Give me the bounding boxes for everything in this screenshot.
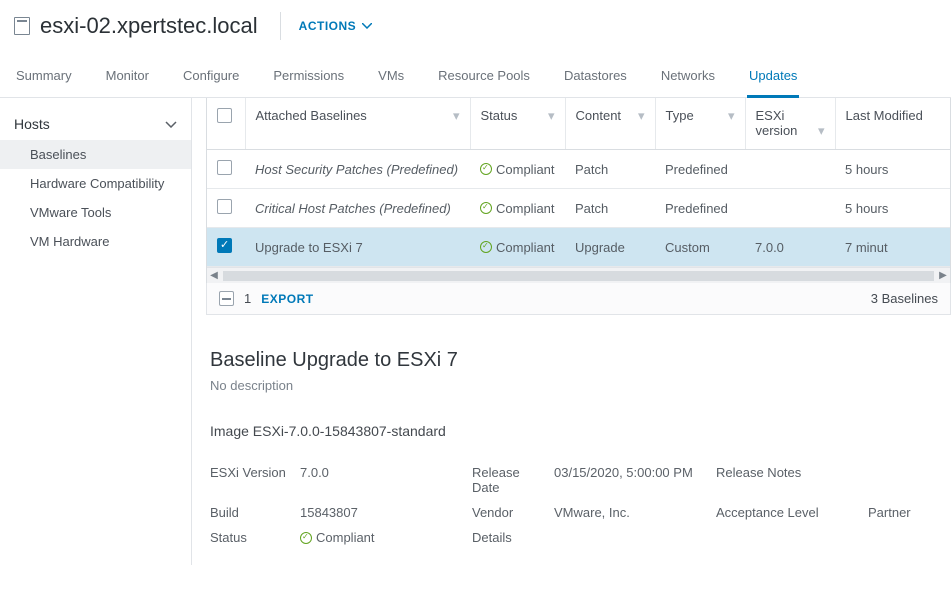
val-acceptance: Partner: [868, 505, 951, 520]
chevron-down-icon: [165, 121, 177, 128]
filter-icon[interactable]: ▾: [638, 108, 645, 124]
lbl-esxi-version: ESXi Version: [210, 465, 288, 495]
val-release-notes: [868, 465, 951, 495]
cell-modified: 5 hours: [835, 189, 950, 228]
val-esxi-version: 7.0.0: [300, 465, 460, 495]
table-row[interactable]: Upgrade to ESXi 7CompliantUpgradeCustom7…: [207, 228, 950, 267]
lbl-vendor: Vendor: [472, 505, 542, 520]
total-baselines: 3 Baselines: [871, 291, 938, 306]
row-checkbox[interactable]: [217, 160, 232, 175]
col-type: Type: [666, 108, 694, 123]
col-modified: Last Modified: [846, 108, 923, 123]
sidebar-heading-row[interactable]: Hosts: [0, 108, 191, 140]
scroll-track[interactable]: [223, 271, 934, 281]
val-release-date: 03/15/2020, 5:00:00 PM: [554, 465, 704, 495]
tab-monitor[interactable]: Monitor: [104, 60, 151, 97]
cell-name: Critical Host Patches (Predefined): [245, 189, 470, 228]
cell-esxi: [745, 189, 835, 228]
sidebar-item-hardware-compatibility[interactable]: Hardware Compatibility: [0, 169, 191, 198]
cell-status: Compliant: [480, 162, 555, 177]
table-row[interactable]: Host Security Patches (Predefined) Compli…: [207, 150, 950, 189]
sidebar-item-vmware-tools[interactable]: VMware Tools: [0, 198, 191, 227]
col-content: Content: [576, 108, 622, 123]
filter-icon[interactable]: ▾: [818, 123, 825, 139]
sidebar-item-baselines[interactable]: Baselines: [0, 140, 191, 169]
tab-configure[interactable]: Configure: [181, 60, 241, 97]
lbl-details: Details: [472, 530, 542, 545]
cell-status: Compliant: [480, 201, 555, 216]
cell-name: Host Security Patches (Predefined): [245, 150, 470, 189]
filter-icon[interactable]: ▾: [548, 108, 555, 124]
actions-label: ACTIONS: [299, 19, 357, 33]
table-row[interactable]: Critical Host Patches (Predefined) Compli…: [207, 189, 950, 228]
tab-permissions[interactable]: Permissions: [271, 60, 346, 97]
check-circle-icon: [480, 202, 492, 214]
sidebar-heading: Hosts: [14, 116, 50, 132]
lbl-acceptance: Acceptance Level: [716, 505, 856, 520]
check-circle-icon: [300, 532, 312, 544]
scroll-right-icon[interactable]: ▶: [936, 270, 950, 281]
tab-updates[interactable]: Updates: [747, 60, 799, 98]
cell-name: Upgrade to ESXi 7: [245, 228, 470, 267]
detail-description: No description: [210, 378, 947, 393]
val-details: [554, 530, 704, 545]
selected-count: 1: [244, 291, 251, 306]
cell-type: Predefined: [655, 150, 745, 189]
cell-modified: 5 hours: [835, 150, 950, 189]
tab-vms[interactable]: VMs: [376, 60, 406, 97]
tab-resource-pools[interactable]: Resource Pools: [436, 60, 532, 97]
cell-type: Custom: [655, 228, 745, 267]
val-vendor: VMware, Inc.: [554, 505, 704, 520]
sidebar-item-vm-hardware[interactable]: VM Hardware: [0, 227, 191, 256]
cell-content: Patch: [565, 150, 655, 189]
cell-content: Patch: [565, 189, 655, 228]
cell-type: Predefined: [655, 189, 745, 228]
baselines-table: Attached Baselines ▾ Status ▾ Content ▾ Typ…: [207, 98, 950, 267]
tab-datastores[interactable]: Datastores: [562, 60, 629, 97]
page-title: esxi-02.xpertstec.local: [40, 13, 258, 39]
chevron-down-icon: [362, 23, 372, 29]
check-circle-icon: [480, 241, 492, 253]
cell-esxi: 7.0.0: [745, 228, 835, 267]
export-button[interactable]: EXPORT: [261, 292, 313, 306]
sidebar: Hosts BaselinesHardware CompatibilityVMw…: [0, 98, 192, 565]
cell-content: Upgrade: [565, 228, 655, 267]
val-status: Compliant: [300, 530, 460, 545]
tab-summary[interactable]: Summary: [14, 60, 74, 97]
lbl-release-notes: Release Notes: [716, 465, 856, 495]
actions-dropdown[interactable]: ACTIONS: [299, 19, 373, 33]
check-circle-icon: [480, 163, 492, 175]
scroll-left-icon[interactable]: ◀: [207, 270, 221, 281]
tab-bar: Summary Monitor Configure Permissions VMs Res…: [0, 50, 951, 98]
image-name: Image ESXi-7.0.0-15843807-standard: [210, 423, 947, 439]
filter-icon[interactable]: ▾: [453, 108, 460, 124]
lbl-release-date: Release Date: [472, 465, 542, 495]
cell-modified: 7 minut: [835, 228, 950, 267]
tab-networks[interactable]: Networks: [659, 60, 717, 97]
divider: [280, 12, 281, 40]
col-status: Status: [481, 108, 518, 123]
lbl-status: Status: [210, 530, 288, 545]
row-checkbox[interactable]: [217, 199, 232, 214]
lbl-build: Build: [210, 505, 288, 520]
val-build: 15843807: [300, 505, 460, 520]
horizontal-scrollbar[interactable]: ◀ ▶: [207, 267, 950, 283]
row-checkbox[interactable]: [217, 238, 232, 253]
host-icon: [14, 17, 30, 35]
detail-title: Baseline Upgrade to ESXi 7: [210, 349, 947, 372]
filter-icon[interactable]: ▾: [728, 108, 735, 124]
cell-esxi: [745, 150, 835, 189]
table-footer: 1 EXPORT 3 Baselines: [206, 283, 951, 315]
cell-status: Compliant: [480, 240, 555, 255]
checkbox-indeterminate[interactable]: [219, 291, 234, 306]
col-esxi: ESXi version: [756, 108, 798, 138]
checkbox-all[interactable]: [217, 108, 232, 123]
col-baselines: Attached Baselines: [256, 108, 367, 123]
